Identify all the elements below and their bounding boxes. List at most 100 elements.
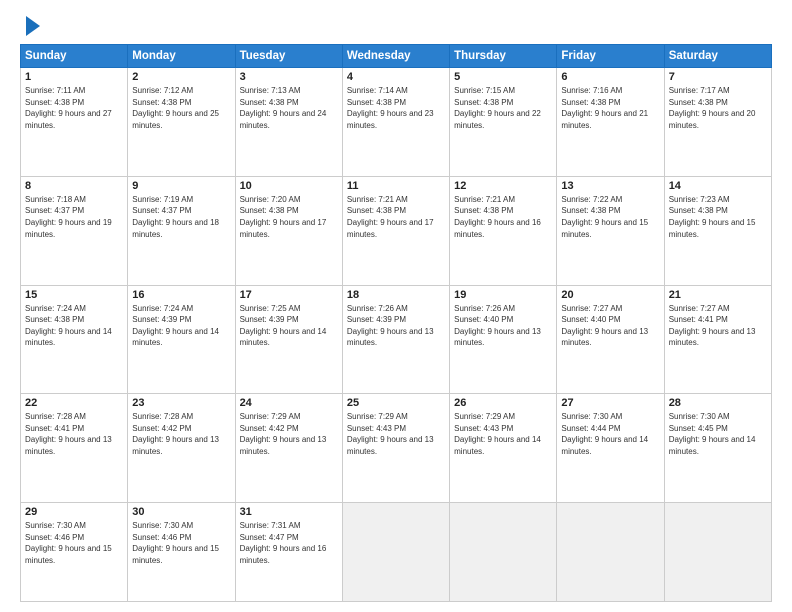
- calendar-cell: 22 Sunrise: 7:28 AMSunset: 4:41 PMDaylig…: [21, 394, 128, 503]
- calendar-cell: 20 Sunrise: 7:27 AMSunset: 4:40 PMDaylig…: [557, 285, 664, 394]
- day-info: Sunrise: 7:12 AMSunset: 4:38 PMDaylight:…: [132, 86, 219, 130]
- calendar-week-row: 15 Sunrise: 7:24 AMSunset: 4:38 PMDaylig…: [21, 285, 772, 394]
- day-number: 30: [132, 506, 230, 518]
- day-info: Sunrise: 7:15 AMSunset: 4:38 PMDaylight:…: [454, 86, 541, 130]
- calendar-cell: 2 Sunrise: 7:12 AMSunset: 4:38 PMDayligh…: [128, 68, 235, 177]
- day-info: Sunrise: 7:30 AMSunset: 4:44 PMDaylight:…: [561, 412, 648, 456]
- day-number: 11: [347, 180, 445, 192]
- day-info: Sunrise: 7:11 AMSunset: 4:38 PMDaylight:…: [25, 86, 112, 130]
- day-info: Sunrise: 7:27 AMSunset: 4:41 PMDaylight:…: [669, 304, 756, 348]
- day-number: 10: [240, 180, 338, 192]
- logo-triangle-icon: [26, 16, 40, 36]
- day-info: Sunrise: 7:21 AMSunset: 4:38 PMDaylight:…: [347, 195, 434, 239]
- calendar-cell: [342, 503, 449, 602]
- day-info: Sunrise: 7:29 AMSunset: 4:42 PMDaylight:…: [240, 412, 327, 456]
- day-info: Sunrise: 7:13 AMSunset: 4:38 PMDaylight:…: [240, 86, 327, 130]
- calendar-cell: [664, 503, 771, 602]
- day-number: 2: [132, 71, 230, 83]
- day-number: 6: [561, 71, 659, 83]
- day-info: Sunrise: 7:23 AMSunset: 4:38 PMDaylight:…: [669, 195, 756, 239]
- calendar-cell: 9 Sunrise: 7:19 AMSunset: 4:37 PMDayligh…: [128, 176, 235, 285]
- day-number: 26: [454, 397, 552, 409]
- day-number: 3: [240, 71, 338, 83]
- calendar-week-row: 29 Sunrise: 7:30 AMSunset: 4:46 PMDaylig…: [21, 503, 772, 602]
- calendar-cell: 8 Sunrise: 7:18 AMSunset: 4:37 PMDayligh…: [21, 176, 128, 285]
- day-number: 23: [132, 397, 230, 409]
- calendar-cell: 30 Sunrise: 7:30 AMSunset: 4:46 PMDaylig…: [128, 503, 235, 602]
- day-info: Sunrise: 7:30 AMSunset: 4:46 PMDaylight:…: [25, 521, 112, 565]
- calendar-header-saturday: Saturday: [664, 45, 771, 68]
- calendar-cell: 26 Sunrise: 7:29 AMSunset: 4:43 PMDaylig…: [450, 394, 557, 503]
- calendar-cell: 11 Sunrise: 7:21 AMSunset: 4:38 PMDaylig…: [342, 176, 449, 285]
- day-info: Sunrise: 7:28 AMSunset: 4:42 PMDaylight:…: [132, 412, 219, 456]
- calendar-cell: 31 Sunrise: 7:31 AMSunset: 4:47 PMDaylig…: [235, 503, 342, 602]
- calendar-cell: 24 Sunrise: 7:29 AMSunset: 4:42 PMDaylig…: [235, 394, 342, 503]
- day-number: 14: [669, 180, 767, 192]
- day-number: 4: [347, 71, 445, 83]
- day-info: Sunrise: 7:29 AMSunset: 4:43 PMDaylight:…: [347, 412, 434, 456]
- calendar-body: 1 Sunrise: 7:11 AMSunset: 4:38 PMDayligh…: [21, 68, 772, 602]
- day-info: Sunrise: 7:31 AMSunset: 4:47 PMDaylight:…: [240, 521, 327, 565]
- calendar-cell: [557, 503, 664, 602]
- calendar-cell: 29 Sunrise: 7:30 AMSunset: 4:46 PMDaylig…: [21, 503, 128, 602]
- calendar-cell: 5 Sunrise: 7:15 AMSunset: 4:38 PMDayligh…: [450, 68, 557, 177]
- day-number: 25: [347, 397, 445, 409]
- day-number: 15: [25, 289, 123, 301]
- calendar-cell: 14 Sunrise: 7:23 AMSunset: 4:38 PMDaylig…: [664, 176, 771, 285]
- day-info: Sunrise: 7:21 AMSunset: 4:38 PMDaylight:…: [454, 195, 541, 239]
- day-number: 20: [561, 289, 659, 301]
- page: SundayMondayTuesdayWednesdayThursdayFrid…: [0, 0, 792, 612]
- calendar-header-sunday: Sunday: [21, 45, 128, 68]
- day-info: Sunrise: 7:30 AMSunset: 4:46 PMDaylight:…: [132, 521, 219, 565]
- day-number: 13: [561, 180, 659, 192]
- day-info: Sunrise: 7:22 AMSunset: 4:38 PMDaylight:…: [561, 195, 648, 239]
- day-info: Sunrise: 7:20 AMSunset: 4:38 PMDaylight:…: [240, 195, 327, 239]
- day-number: 28: [669, 397, 767, 409]
- calendar-header-row: SundayMondayTuesdayWednesdayThursdayFrid…: [21, 45, 772, 68]
- day-info: Sunrise: 7:25 AMSunset: 4:39 PMDaylight:…: [240, 304, 327, 348]
- calendar-header-tuesday: Tuesday: [235, 45, 342, 68]
- calendar-cell: 13 Sunrise: 7:22 AMSunset: 4:38 PMDaylig…: [557, 176, 664, 285]
- header: [20, 16, 772, 36]
- day-number: 22: [25, 397, 123, 409]
- day-number: 1: [25, 71, 123, 83]
- calendar-cell: 27 Sunrise: 7:30 AMSunset: 4:44 PMDaylig…: [557, 394, 664, 503]
- day-number: 19: [454, 289, 552, 301]
- day-number: 17: [240, 289, 338, 301]
- calendar-cell: 6 Sunrise: 7:16 AMSunset: 4:38 PMDayligh…: [557, 68, 664, 177]
- day-number: 16: [132, 289, 230, 301]
- calendar-week-row: 22 Sunrise: 7:28 AMSunset: 4:41 PMDaylig…: [21, 394, 772, 503]
- logo: [20, 16, 40, 36]
- calendar-cell: 21 Sunrise: 7:27 AMSunset: 4:41 PMDaylig…: [664, 285, 771, 394]
- day-number: 7: [669, 71, 767, 83]
- day-info: Sunrise: 7:26 AMSunset: 4:40 PMDaylight:…: [454, 304, 541, 348]
- calendar-cell: 1 Sunrise: 7:11 AMSunset: 4:38 PMDayligh…: [21, 68, 128, 177]
- calendar-cell: 12 Sunrise: 7:21 AMSunset: 4:38 PMDaylig…: [450, 176, 557, 285]
- calendar-cell: 10 Sunrise: 7:20 AMSunset: 4:38 PMDaylig…: [235, 176, 342, 285]
- day-info: Sunrise: 7:19 AMSunset: 4:37 PMDaylight:…: [132, 195, 219, 239]
- calendar-cell: 4 Sunrise: 7:14 AMSunset: 4:38 PMDayligh…: [342, 68, 449, 177]
- day-number: 5: [454, 71, 552, 83]
- calendar-header-monday: Monday: [128, 45, 235, 68]
- day-info: Sunrise: 7:29 AMSunset: 4:43 PMDaylight:…: [454, 412, 541, 456]
- day-number: 27: [561, 397, 659, 409]
- day-number: 18: [347, 289, 445, 301]
- calendar-cell: 15 Sunrise: 7:24 AMSunset: 4:38 PMDaylig…: [21, 285, 128, 394]
- calendar-cell: 7 Sunrise: 7:17 AMSunset: 4:38 PMDayligh…: [664, 68, 771, 177]
- day-number: 29: [25, 506, 123, 518]
- calendar-cell: 25 Sunrise: 7:29 AMSunset: 4:43 PMDaylig…: [342, 394, 449, 503]
- calendar-header-friday: Friday: [557, 45, 664, 68]
- calendar-week-row: 8 Sunrise: 7:18 AMSunset: 4:37 PMDayligh…: [21, 176, 772, 285]
- day-info: Sunrise: 7:18 AMSunset: 4:37 PMDaylight:…: [25, 195, 112, 239]
- calendar-cell: 17 Sunrise: 7:25 AMSunset: 4:39 PMDaylig…: [235, 285, 342, 394]
- day-info: Sunrise: 7:17 AMSunset: 4:38 PMDaylight:…: [669, 86, 756, 130]
- calendar-cell: [450, 503, 557, 602]
- day-number: 31: [240, 506, 338, 518]
- calendar-header-wednesday: Wednesday: [342, 45, 449, 68]
- day-number: 8: [25, 180, 123, 192]
- calendar-cell: 3 Sunrise: 7:13 AMSunset: 4:38 PMDayligh…: [235, 68, 342, 177]
- day-info: Sunrise: 7:24 AMSunset: 4:39 PMDaylight:…: [132, 304, 219, 348]
- day-info: Sunrise: 7:26 AMSunset: 4:39 PMDaylight:…: [347, 304, 434, 348]
- day-info: Sunrise: 7:14 AMSunset: 4:38 PMDaylight:…: [347, 86, 434, 130]
- calendar-week-row: 1 Sunrise: 7:11 AMSunset: 4:38 PMDayligh…: [21, 68, 772, 177]
